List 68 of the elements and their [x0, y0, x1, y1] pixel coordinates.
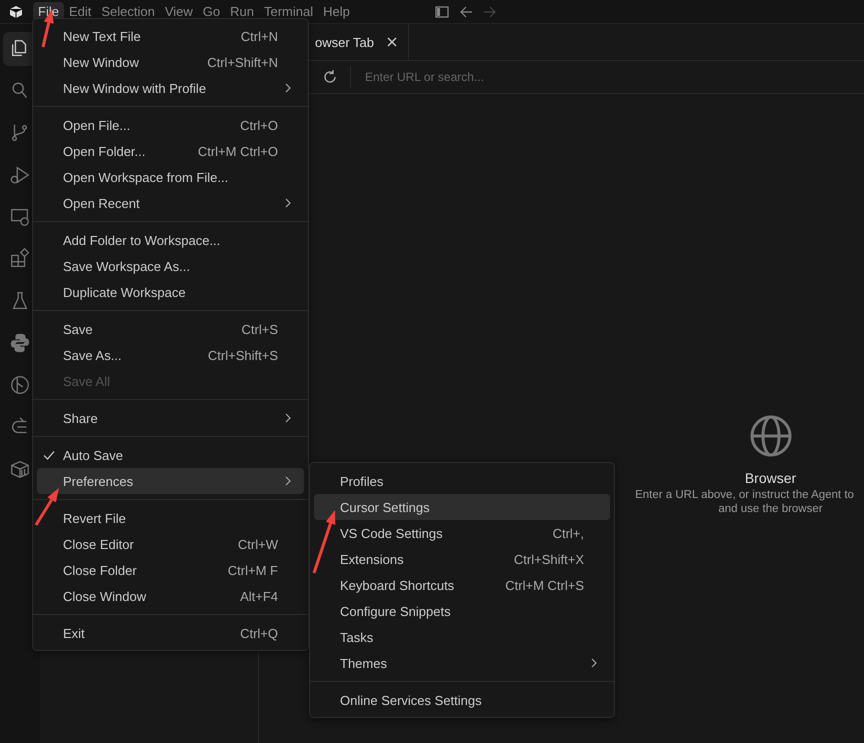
check-icon [43, 448, 55, 462]
menu-item[interactable]: Close Folder Ctrl+M F [37, 557, 304, 583]
menu-item[interactable]: Save Workspace As... [37, 253, 304, 279]
menu-item[interactable]: Close Editor Ctrl+W [37, 531, 304, 557]
annotation-arrow [34, 488, 59, 526]
menu-item[interactable]: Online Services Settings [314, 687, 610, 713]
menu-bar-item[interactable]: Run [225, 2, 259, 21]
url-field[interactable]: Enter URL or search... [350, 66, 667, 88]
menu-item[interactable]: Keyboard Shortcuts Ctrl+M Ctrl+S [314, 572, 610, 598]
menu-item[interactable]: Configure Snippets [314, 598, 610, 624]
menu-item[interactable]: VS Code Settings Ctrl+, [314, 520, 610, 546]
chevron-icon [590, 658, 598, 668]
menu-item[interactable]: Save Ctrl+S [37, 316, 304, 342]
menu-item[interactable]: Tasks [314, 624, 610, 650]
empty-state-title: Browser [744, 470, 796, 486]
empty-state-text: and use the browser [718, 502, 823, 516]
shortcut-label: Ctrl+M F [228, 562, 278, 578]
empty-state-text: Enter a URL above, or instruct the Agent to [635, 488, 854, 502]
run-debug-icon [9, 164, 31, 186]
menu-item[interactable]: Open Workspace from File... [37, 164, 304, 190]
chevron-icon [284, 198, 292, 208]
menu-item[interactable]: Themes [314, 650, 610, 676]
menu-item[interactable]: Revert File [37, 505, 304, 531]
menu-item[interactable]: Close Window Alt+F4 [37, 583, 304, 609]
shortcut-label: Ctrl+W [238, 536, 278, 552]
menu-bar-item[interactable]: Terminal [259, 2, 318, 21]
close-icon[interactable] [386, 36, 398, 48]
annotation-arrow [312, 510, 336, 574]
menu-item[interactable]: Cursor Settings [314, 494, 610, 520]
menu-item[interactable]: Share [37, 405, 304, 431]
back-arrow-icon[interactable] [458, 4, 473, 18]
reload-icon[interactable] [322, 69, 338, 85]
shortcut-label: Ctrl+, [552, 526, 584, 540]
shortcut-label: Ctrl+Shift+X [514, 552, 584, 566]
menu-item[interactable]: Auto Save [37, 442, 304, 468]
chevron-icon [284, 413, 292, 423]
menu-bar-item[interactable]: Go [198, 2, 226, 21]
shortcut-label: Ctrl+O [240, 118, 278, 132]
shortcut-label: Ctrl+Q [240, 626, 278, 640]
menu-bar-item[interactable]: View [160, 2, 198, 21]
menu-item[interactable]: Extensions Ctrl+Shift+X [314, 546, 610, 572]
globe-icon [748, 414, 792, 458]
menu-item[interactable]: Profiles [314, 468, 610, 494]
menu-item[interactable]: Duplicate Workspace [37, 279, 304, 305]
menu-item[interactable]: New Window with Profile [37, 75, 304, 101]
chevron-icon [284, 476, 292, 486]
shortcut-label: Ctrl+M Ctrl+O [198, 144, 278, 158]
shortcut-label: Alt+F4 [240, 588, 278, 604]
menu-item[interactable]: Open File... Ctrl+O [37, 112, 304, 138]
panel-toggle-icon[interactable] [434, 4, 449, 18]
chevron-icon [284, 83, 292, 93]
menu-item[interactable]: Preferences [37, 468, 304, 494]
crate-icon [9, 458, 31, 480]
menu-bar-item[interactable]: Selection [96, 2, 160, 21]
snake-icon [9, 332, 31, 354]
menu-item[interactable]: Open Recent [37, 190, 304, 216]
extensions-icon [9, 248, 31, 270]
menu-item[interactable]: Open Folder... Ctrl+M Ctrl+O [37, 138, 304, 164]
monitor-icon [9, 206, 31, 228]
menu-item[interactable]: Add Folder to Workspace... [37, 227, 304, 253]
menu-item[interactable]: Save As... Ctrl+Shift+S [37, 342, 304, 368]
menu-bar-item[interactable]: Edit [64, 2, 96, 21]
menu-item[interactable]: Exit Ctrl+Q [37, 620, 304, 646]
shortcut-label: Ctrl+S [242, 322, 278, 336]
cube-icon[interactable] [9, 4, 23, 18]
shortcut-label: Ctrl+M Ctrl+S [505, 578, 584, 592]
menu-bar-item[interactable]: Help [318, 2, 355, 21]
shortcut-label: Ctrl+Shift+S [208, 348, 278, 362]
